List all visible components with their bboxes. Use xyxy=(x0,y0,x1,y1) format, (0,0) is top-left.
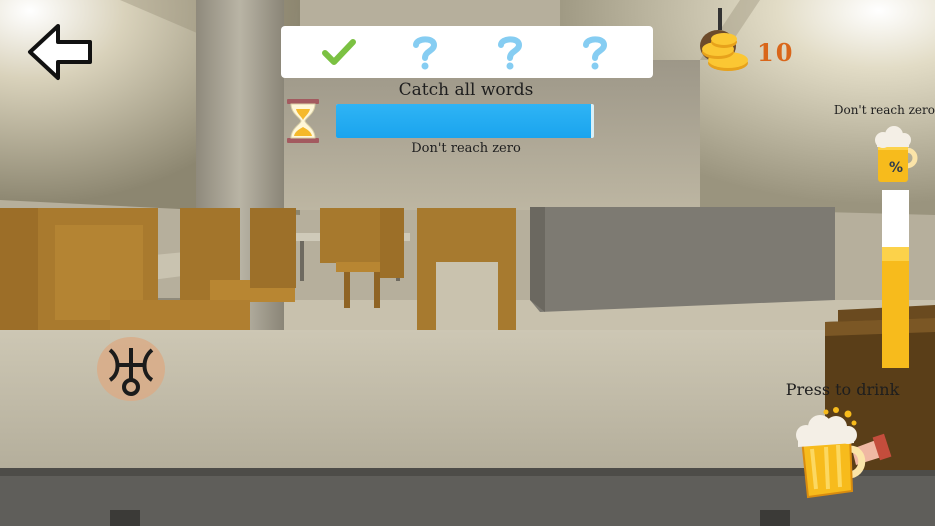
beer-cheers-icon xyxy=(796,407,892,499)
hourglass-icon xyxy=(287,99,319,143)
word-slots-panel xyxy=(281,26,653,78)
beer-mug-percent-icon: % xyxy=(875,126,918,182)
question-icon xyxy=(413,36,438,70)
check-icon xyxy=(322,39,356,65)
word-slot-unknown xyxy=(490,34,530,70)
timer-bar-fill xyxy=(336,104,592,138)
timer-hint: Don't reach zero xyxy=(411,141,521,156)
symbol-token[interactable] xyxy=(96,336,166,402)
objective-label: Catch all words xyxy=(398,80,534,100)
question-icon xyxy=(583,36,608,70)
word-slot-unknown xyxy=(575,34,615,70)
drink-meter xyxy=(882,190,909,368)
drink-meter-icon: % xyxy=(872,126,922,184)
drink-meter-fill xyxy=(882,246,909,368)
coin-counter: 10 xyxy=(698,8,808,74)
timer-hourglass xyxy=(285,98,321,144)
back-arrow-icon xyxy=(28,24,92,80)
word-slot-unknown xyxy=(405,34,445,70)
question-icon xyxy=(498,36,523,70)
word-slot-found xyxy=(319,34,359,70)
drink-button[interactable] xyxy=(792,405,892,501)
svg-text:%: % xyxy=(889,160,903,176)
drink-hint: Don't reach zero xyxy=(833,103,935,117)
back-button[interactable] xyxy=(26,22,96,82)
timer-bar xyxy=(336,104,594,138)
uranus-symbol-icon xyxy=(97,337,165,401)
drink-prompt: Press to drink xyxy=(785,380,900,399)
coin-stack-icon xyxy=(700,8,748,71)
coin-count: 10 xyxy=(757,38,795,67)
